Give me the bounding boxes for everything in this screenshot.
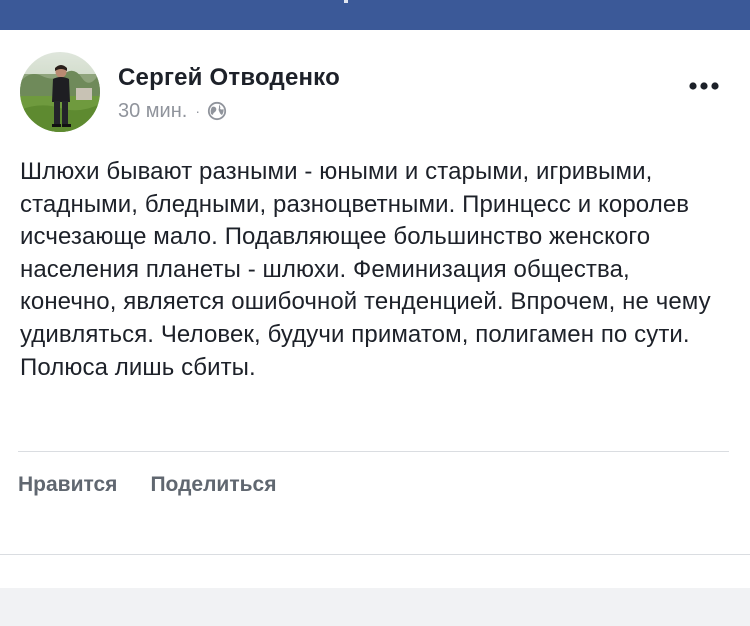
post-body-text: Шлюхи бывают разными - юными и старыми, … <box>20 158 711 381</box>
globe-icon[interactable] <box>207 101 227 121</box>
like-button[interactable]: Нравится <box>18 473 117 497</box>
post-timestamp[interactable]: 30 мин. <box>118 100 187 123</box>
author-name[interactable]: Сергей Отводенко <box>118 64 340 92</box>
avatar-photo <box>20 52 100 132</box>
avatar[interactable] <box>20 52 100 132</box>
top-navigation-bar <box>0 0 750 30</box>
feed-gap <box>0 555 750 588</box>
feed-background <box>0 588 750 626</box>
meta-separator: · <box>195 103 200 119</box>
share-button[interactable]: Поделиться <box>150 473 276 497</box>
post-meta: 30 мин. · <box>118 98 227 124</box>
more-options-button[interactable] <box>686 74 722 98</box>
actions-divider <box>18 451 729 452</box>
post-actions: Нравится Поделиться <box>18 470 276 500</box>
more-dots-icon <box>689 82 719 90</box>
top-bar-indicator <box>344 0 348 3</box>
